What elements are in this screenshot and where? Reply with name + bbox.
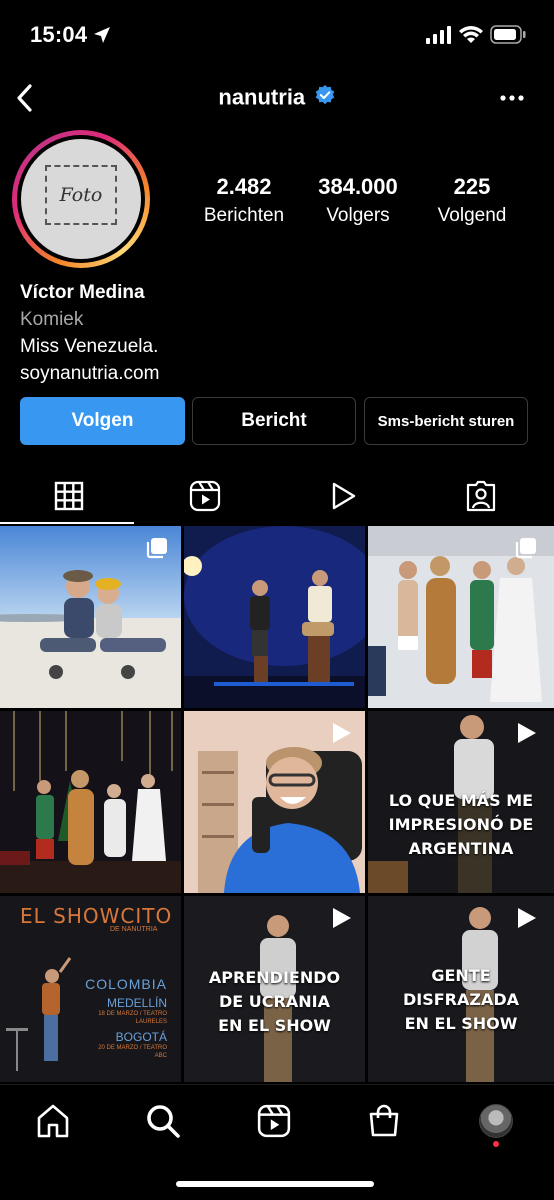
profile-avatar xyxy=(479,1104,513,1138)
story-ring[interactable]: Foto xyxy=(12,130,150,268)
home-icon xyxy=(37,1104,69,1138)
nav-reels[interactable] xyxy=(250,1097,298,1145)
shop-icon xyxy=(369,1104,399,1137)
nav-profile[interactable] xyxy=(472,1097,520,1145)
stat-posts-label: Berichten xyxy=(203,205,285,226)
stat-followers-label: Volgers xyxy=(326,205,390,226)
message-button[interactable]: Bericht xyxy=(192,397,356,445)
profile-category: Komiek xyxy=(20,309,84,330)
profile-username: nanutria xyxy=(218,84,306,110)
tab-tagged[interactable] xyxy=(412,468,550,524)
post-thumbnail[interactable]: LO QUE MÁS ME IMPRESIONÓ DE ARGENTINA xyxy=(368,711,554,893)
follow-button[interactable]: Volgen xyxy=(20,397,185,445)
post-caption-overlay: LO QUE MÁS ME IMPRESIONÓ DE ARGENTINA xyxy=(388,791,534,858)
post-thumbnail[interactable] xyxy=(184,711,365,893)
tagged-icon xyxy=(466,480,496,512)
profile-tabs xyxy=(0,468,554,524)
carousel-icon xyxy=(145,536,169,565)
post-image xyxy=(184,526,365,708)
header-title: nanutria xyxy=(0,84,554,111)
post-thumbnail[interactable]: GENTE DISFRAZADA EN EL SHOW xyxy=(368,896,554,1082)
cellular-signal-icon xyxy=(426,26,452,49)
notification-dot xyxy=(493,1141,499,1147)
post-image xyxy=(0,711,181,893)
profile-bio-text: Miss Venezuela. xyxy=(20,336,159,357)
tab-reels[interactable] xyxy=(136,468,274,524)
carousel-icon xyxy=(514,536,538,565)
post-caption-overlay: APRENDIENDO DE UCRANIA EN EL SHOW xyxy=(208,968,341,1035)
active-tab-indicator xyxy=(0,522,134,524)
reel-play-icon xyxy=(514,906,538,935)
grid-icon xyxy=(54,481,84,511)
post-thumbnail[interactable] xyxy=(0,526,181,708)
battery-icon xyxy=(490,25,526,49)
avatar-placeholder-text: Foto xyxy=(59,184,103,206)
stat-followers-value: 384.000 xyxy=(318,174,398,199)
nav-shop[interactable] xyxy=(360,1097,408,1145)
stat-posts-value: 2.482 xyxy=(216,174,272,199)
profile-avatar: Foto xyxy=(21,139,141,259)
stat-following[interactable]: 225 Volgend xyxy=(429,174,515,227)
sms-button[interactable]: Sms-bericht sturen xyxy=(364,397,528,445)
stat-following-value: 225 xyxy=(453,174,491,199)
reels-icon xyxy=(257,1104,291,1138)
profile-link[interactable]: soynanutria.com xyxy=(20,360,159,387)
home-indicator[interactable] xyxy=(176,1181,374,1187)
search-icon xyxy=(147,1105,180,1138)
post-thumbnail[interactable] xyxy=(184,526,365,708)
tab-videos[interactable] xyxy=(274,468,412,524)
nav-home[interactable] xyxy=(29,1097,77,1145)
location-arrow-icon xyxy=(92,25,112,50)
more-horizontal-icon xyxy=(500,95,524,101)
more-options-button[interactable] xyxy=(498,86,526,110)
post-caption-overlay: GENTE DISFRAZADA EN EL SHOW xyxy=(402,966,520,1033)
stat-followers[interactable]: 384.000 Volgers xyxy=(305,174,411,227)
stat-following-label: Volgend xyxy=(437,205,507,226)
top-nav: nanutria xyxy=(0,74,554,122)
post-thumbnail[interactable] xyxy=(368,526,554,708)
reel-play-icon xyxy=(329,906,353,935)
nav-search[interactable] xyxy=(139,1097,187,1145)
verified-badge-icon xyxy=(314,84,336,111)
reel-play-icon xyxy=(514,721,538,750)
status-time: 15:04 xyxy=(30,22,88,47)
tab-grid[interactable] xyxy=(0,468,138,524)
poster-figure xyxy=(6,957,72,1071)
post-thumbnail[interactable]: APRENDIENDO DE UCRANIA EN EL SHOW xyxy=(184,896,365,1082)
post-thumbnail[interactable]: EL SHOWCITO DE NANUTRIA COLOMBIA MEDELLÍ… xyxy=(0,896,181,1082)
status-bar: 15:04 xyxy=(0,0,554,70)
post-thumbnail[interactable] xyxy=(0,711,181,893)
avatar-placeholder-frame: Foto xyxy=(45,165,117,225)
profile-name: Víctor Medina xyxy=(20,282,145,303)
play-icon xyxy=(332,482,356,510)
reels-icon xyxy=(189,480,221,512)
stat-posts: 2.482 Berichten xyxy=(200,174,288,227)
wifi-icon xyxy=(459,25,483,49)
profile-bio: Víctor Medina Komiek Miss Venezuela. soy… xyxy=(20,279,159,387)
reel-play-icon xyxy=(329,721,353,750)
